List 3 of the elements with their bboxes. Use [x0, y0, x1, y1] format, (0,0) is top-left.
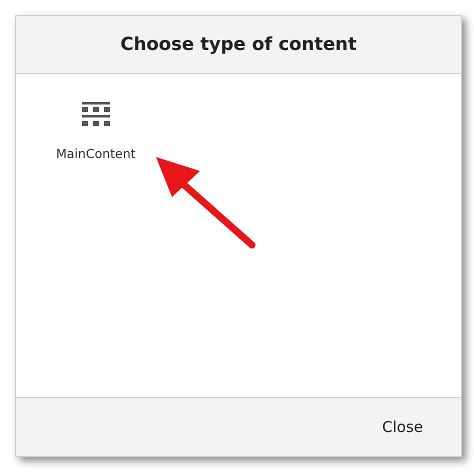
content-type-label[interactable]: MainContent: [56, 146, 136, 161]
dialog-title: Choose type of content: [120, 34, 357, 55]
close-button[interactable]: Close: [374, 412, 431, 442]
